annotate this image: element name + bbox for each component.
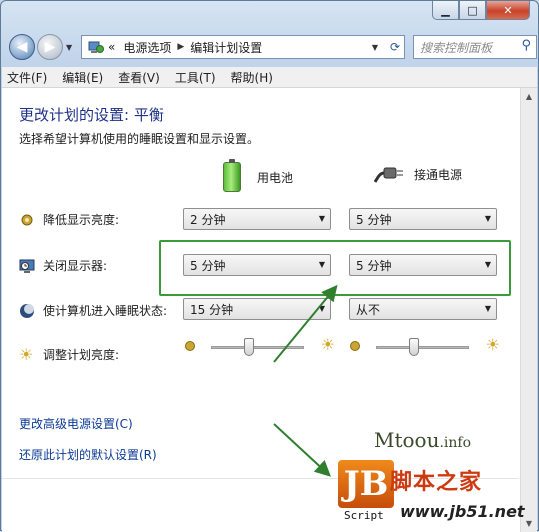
mtoou-text: Mtoou [374, 428, 440, 452]
slider-thumb[interactable] [244, 338, 255, 356]
minimize-button[interactable]: ▁ [432, 1, 459, 20]
setting-brightness: ☀ 调整计划亮度: [19, 346, 119, 363]
menu-bar: 文件(F) 编辑(E) 查看(V) 工具(T) 帮助(H) [2, 67, 537, 88]
search-icon[interactable]: ⚲ [521, 38, 531, 53]
breadcrumb-chevron[interactable]: « [108, 40, 115, 54]
select-value: 5 分钟 [356, 212, 392, 227]
mtoou-watermark: Mtoou.info [374, 428, 471, 452]
brightness-battery-slider[interactable]: ☀ [185, 335, 335, 358]
refresh-icon[interactable]: ⟳ [390, 40, 400, 54]
brightness-plugged-slider[interactable]: ☀ [350, 335, 500, 358]
search-input[interactable]: 搜索控制面板 ⚲ [413, 35, 537, 59]
content-pane: ▲ ▼ 更改计划的设置: 平衡 选择希望计算机使用的睡眠设置和显示设置。 用电池… [2, 88, 537, 532]
select-value: 15 分钟 [190, 302, 234, 317]
menu-help[interactable]: 帮助(H) [231, 69, 273, 86]
select-value: 2 分钟 [190, 212, 226, 227]
select-value: 从不 [356, 302, 381, 317]
close-button[interactable]: ✕ [486, 1, 530, 20]
restore-defaults-link[interactable]: 还原此计划的默认设置(R) [19, 446, 157, 463]
menu-view[interactable]: 查看(V) [118, 69, 160, 86]
moon-sleep-icon [20, 303, 34, 318]
script-label: Script [344, 509, 384, 522]
column-header-battery: 用电池 [223, 159, 294, 192]
setting-dim-display: 降低显示亮度: [19, 211, 119, 228]
slider-track[interactable] [376, 346, 469, 349]
sleep-plugged-select[interactable]: 从不 ▼ [349, 298, 497, 320]
plug-icon [374, 167, 403, 183]
dim-sun-icon [350, 341, 360, 351]
battery-icon [223, 159, 241, 192]
setting-label: 使计算机进入睡眠状态: [43, 304, 168, 318]
slider-track[interactable] [211, 346, 304, 349]
bright-sun-icon: ☀ [320, 335, 335, 354]
breadcrumb-separator-icon[interactable]: ▶ [177, 42, 184, 52]
battery-column-label: 用电池 [257, 170, 294, 185]
chevron-down-icon: ▼ [484, 304, 491, 313]
breadcrumb-power-options[interactable]: 电源选项 [123, 39, 171, 56]
bright-sun-icon: ☀ [485, 335, 500, 354]
breadcrumb-edit-plan[interactable]: 编辑计划设置 [190, 39, 262, 56]
caption-buttons: ▁ □ ✕ [432, 1, 530, 20]
highlight-box [159, 240, 511, 296]
menu-tools[interactable]: 工具(T) [175, 69, 216, 86]
site-url-watermark: www.jb51.net [400, 502, 525, 521]
setting-label: 降低显示亮度: [43, 213, 120, 227]
back-button[interactable]: ◀ [9, 34, 35, 60]
menu-edit[interactable]: 编辑(E) [62, 69, 103, 86]
setting-turn-off-display: 关闭显示器: [19, 257, 107, 274]
recent-pages-dropdown[interactable]: ▼ [66, 43, 72, 52]
setting-label: 调整计划亮度: [43, 348, 120, 362]
maximize-button[interactable]: □ [459, 1, 486, 20]
setting-label: 关闭显示器: [43, 259, 108, 273]
chevron-down-icon: ▼ [318, 304, 325, 313]
mtoou-suffix: .info [439, 435, 472, 451]
dim-display-battery-select[interactable]: 2 分钟 ▼ [183, 208, 331, 230]
arrow-to-bottom [273, 423, 331, 477]
column-header-plugged: 接通电源 [374, 162, 462, 186]
setting-sleep: 使计算机进入睡眠状态: [19, 302, 167, 319]
slider-thumb[interactable] [409, 338, 420, 356]
scroll-up-icon[interactable]: ▲ [521, 88, 537, 105]
chevron-down-icon: ▼ [484, 214, 491, 223]
menu-file[interactable]: 文件(F) [7, 69, 47, 86]
page-subtitle: 选择希望计算机使用的睡眠设置和显示设置。 [19, 132, 260, 146]
search-placeholder: 搜索控制面板 [420, 40, 493, 55]
vertical-scrollbar[interactable]: ▲ ▼ [520, 88, 537, 532]
forward-button[interactable]: ▶ [37, 34, 63, 60]
address-dropdown-icon[interactable]: ▼ [372, 43, 378, 52]
dim-brightness-icon [21, 214, 33, 225]
address-bar[interactable]: « 电源选项 ▶ 编辑计划设置 ▼ ⟳ [81, 35, 405, 59]
control-panel-window: ▁ □ ✕ ◀ ▶ ▼ « 电源选项 ▶ 编辑计划设置 ▼ ⟳ 搜索控制面板 ⚲… [0, 0, 539, 532]
chevron-down-icon: ▼ [318, 214, 325, 223]
dim-display-plugged-select[interactable]: 5 分钟 ▼ [349, 208, 497, 230]
sun-icon: ☀ [19, 344, 34, 364]
plugged-column-label: 接通电源 [414, 167, 463, 182]
navigation-row: ◀ ▶ ▼ « 电源选项 ▶ 编辑计划设置 ▼ ⟳ 搜索控制面板 ⚲ [9, 33, 537, 61]
advanced-power-settings-link[interactable]: 更改高级电源设置(C) [19, 415, 133, 432]
control-panel-icon [88, 41, 104, 53]
page-title: 更改计划的设置: 平衡 [19, 106, 164, 124]
jb-logo: JB [338, 460, 394, 508]
dim-sun-icon [185, 341, 195, 351]
sleep-battery-select[interactable]: 15 分钟 ▼ [183, 298, 331, 320]
monitor-clock-icon [19, 259, 35, 273]
site-name-watermark: 脚本之家 [390, 470, 483, 495]
